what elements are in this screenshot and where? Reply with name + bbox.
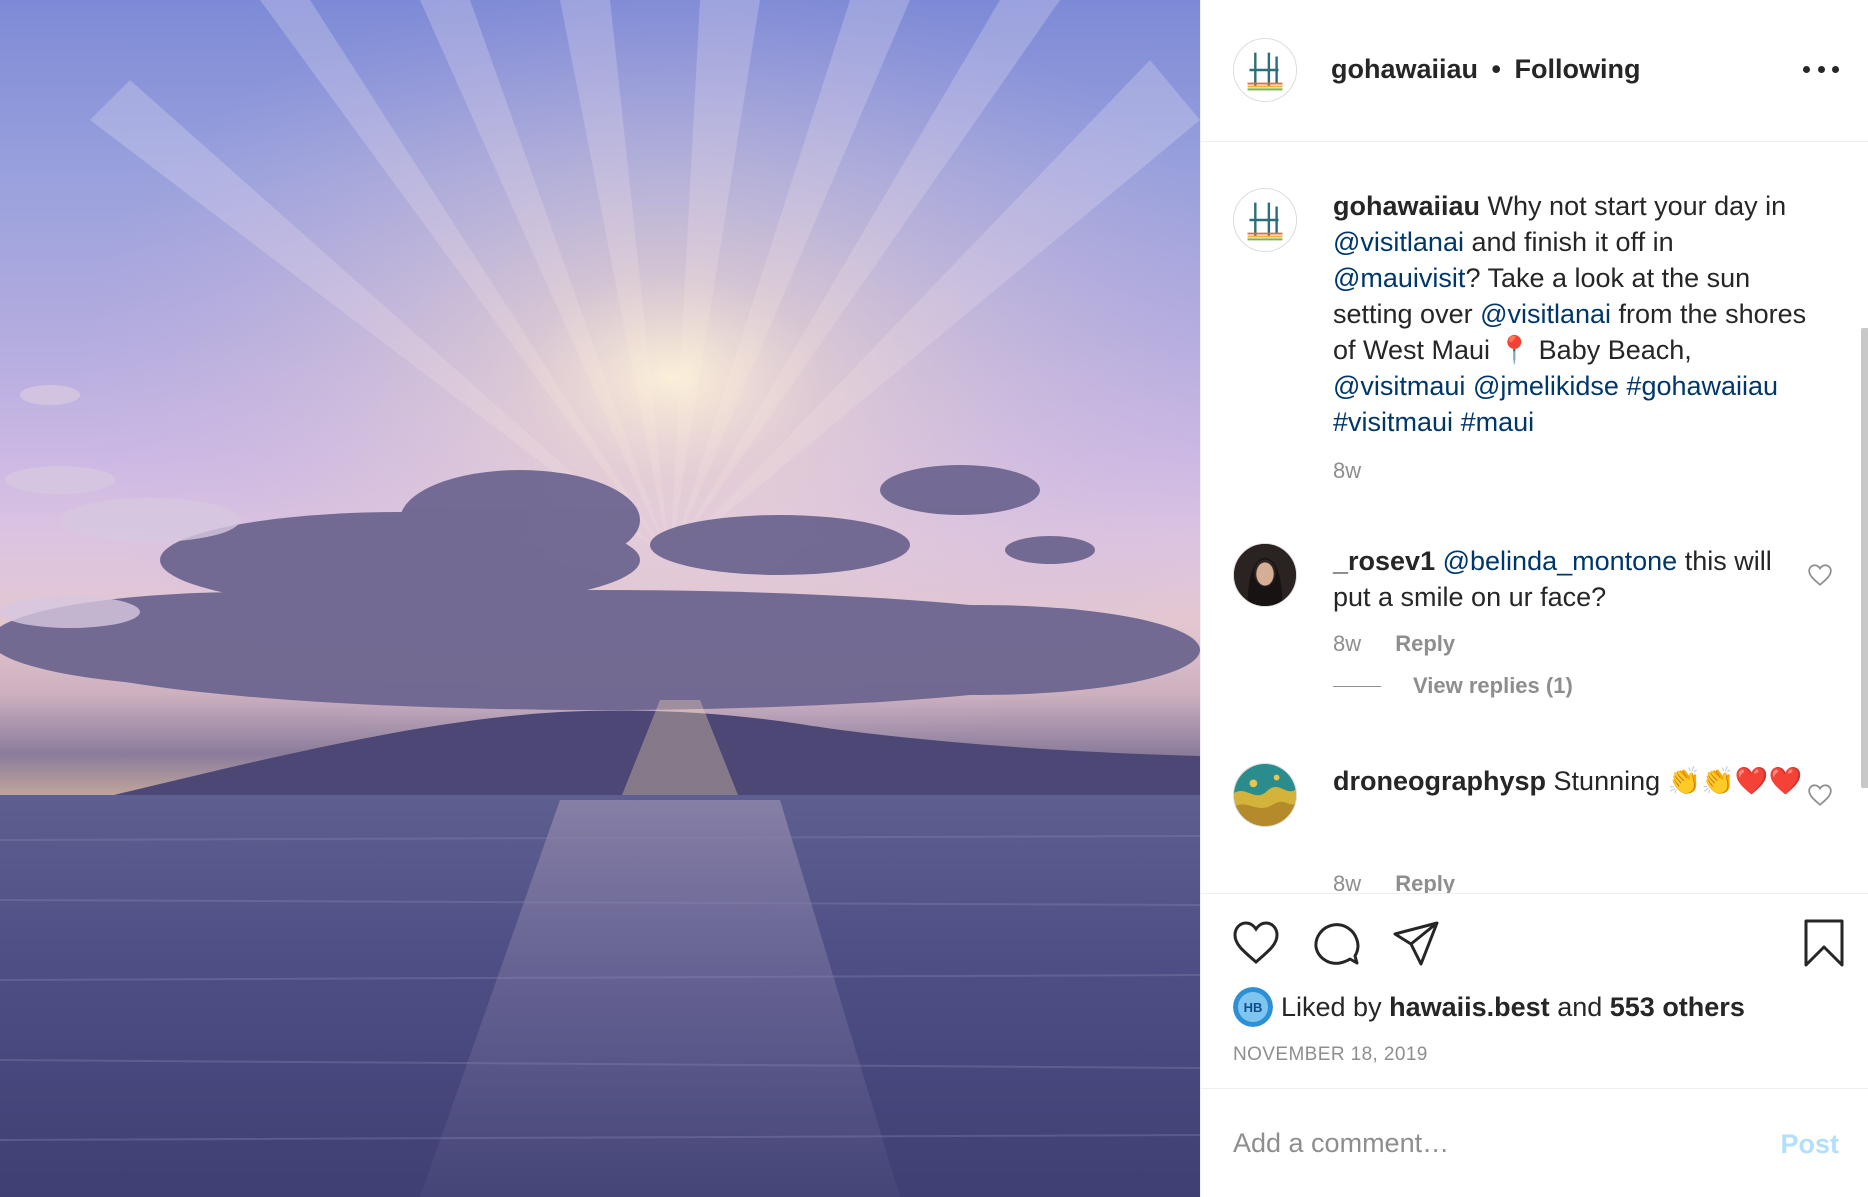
commenter-avatar[interactable]: [1233, 543, 1297, 607]
gohawaii-logo-icon: [1234, 189, 1296, 251]
likes-others-count[interactable]: 553 others: [1610, 992, 1745, 1023]
text-segment: [1465, 371, 1473, 401]
likes-prefix: Liked by: [1281, 991, 1382, 1022]
reply-button[interactable]: Reply: [1395, 631, 1455, 656]
likes-summary: HB Liked by hawaiis.best and 553 others: [1233, 987, 1745, 1027]
more-dot: [1803, 65, 1810, 73]
post-comment-button[interactable]: Post: [1780, 1129, 1839, 1160]
mention-link[interactable]: @visitlanai: [1333, 227, 1464, 257]
comment-age[interactable]: 8w: [1333, 871, 1361, 893]
header-username[interactable]: gohawaiiau: [1331, 54, 1478, 84]
comments-scrollbar[interactable]: [1861, 328, 1868, 788]
post-photo[interactable]: [0, 0, 1200, 1197]
heart-icon[interactable]: [1231, 918, 1281, 968]
paper-plane-icon[interactable]: [1391, 918, 1441, 968]
comments-list[interactable]: gohawaiiau Why not start your day in @vi…: [1201, 143, 1868, 893]
text-segment: Why not start your day in: [1487, 191, 1787, 221]
hb-badge-text: HB: [1244, 1000, 1263, 1015]
comment-like-heart-icon[interactable]: [1807, 563, 1833, 587]
liked-by-username[interactable]: hawaiis.best: [1389, 992, 1550, 1023]
comment-meta: 8w Reply: [1333, 871, 1455, 893]
comment-meta: 8w Reply: [1333, 631, 1455, 657]
caption-author-avatar[interactable]: [1233, 188, 1297, 252]
comment-body: Stunning 👏👏❤️❤️: [1554, 766, 1803, 796]
profile-photo-icon: [1234, 544, 1296, 606]
comment-icon[interactable]: [1311, 918, 1361, 968]
text-segment: [1453, 407, 1461, 437]
caption-text: gohawaiiau Why not start your day in @vi…: [1333, 188, 1813, 440]
mention-link[interactable]: #visitmaui: [1333, 407, 1453, 437]
mention-link[interactable]: @mauivisit: [1333, 263, 1465, 293]
comment-text: droneographysp Stunning 👏👏❤️❤️: [1333, 763, 1813, 799]
bookmark-icon[interactable]: [1799, 918, 1849, 968]
sunset-photo-graphic: [0, 0, 1200, 1197]
more-horizontal-icon[interactable]: [1803, 54, 1839, 84]
text-segment: Stunning 👏👏: [1553, 766, 1735, 796]
view-replies-label: View replies (1): [1413, 673, 1573, 698]
header-user-line: gohawaiiau • Following: [1331, 54, 1641, 85]
caption-username[interactable]: gohawaiiau: [1333, 191, 1480, 221]
add-comment-bar: Post: [1201, 1088, 1868, 1197]
comment-item: _rosev1 @belinda_montone this will put a…: [1233, 543, 1833, 713]
text-segment: and finish it off in: [1463, 227, 1674, 257]
more-dot: [1832, 65, 1839, 73]
mention-link[interactable]: @visitmaui: [1333, 371, 1465, 401]
commenter-avatar[interactable]: [1233, 763, 1297, 827]
reply-button[interactable]: Reply: [1395, 871, 1455, 893]
view-replies-button[interactable]: View replies (1): [1333, 673, 1573, 699]
comment-username[interactable]: _rosev1: [1333, 546, 1435, 576]
mention-link[interactable]: @jmelikidse: [1473, 371, 1619, 401]
caption-body: Why not start your day in @visitlanai an…: [1333, 191, 1806, 437]
comment-like-heart-icon[interactable]: [1807, 783, 1833, 807]
post-actions: HB Liked by hawaiis.best and 553 others …: [1201, 893, 1868, 1088]
post-date[interactable]: NOVEMBER 18, 2019: [1233, 1044, 1428, 1066]
author-avatar[interactable]: [1233, 38, 1297, 102]
mention-link[interactable]: #gohawaiiau: [1626, 371, 1778, 401]
mention-link[interactable]: @visitlanai: [1480, 299, 1611, 329]
mention-link[interactable]: #maui: [1461, 407, 1535, 437]
caption-entry: gohawaiiau Why not start your day in @vi…: [1233, 188, 1833, 483]
follow-status-button[interactable]: Following: [1515, 54, 1641, 84]
more-dot: [1817, 65, 1825, 73]
comment-age[interactable]: 8w: [1333, 631, 1361, 656]
mention-link[interactable]: @belinda_montone: [1443, 546, 1678, 576]
comment-item: droneographysp Stunning 👏👏❤️❤️ 8w Reply: [1233, 763, 1833, 893]
header-separator: •: [1491, 54, 1501, 84]
comment-username[interactable]: droneographysp: [1333, 766, 1546, 796]
text-segment: ❤️❤️: [1734, 766, 1803, 796]
likes-joiner: and: [1557, 991, 1603, 1022]
hb-badge-icon: HB: [1233, 987, 1273, 1027]
gohawaii-logo-icon: [1234, 39, 1296, 101]
caption-age: 8w: [1333, 458, 1361, 484]
comment-text: _rosev1 @belinda_montone this will put a…: [1333, 543, 1813, 615]
comment-input[interactable]: [1233, 1121, 1733, 1165]
profile-photo-icon: [1234, 764, 1296, 826]
view-replies-divider: [1333, 685, 1381, 687]
post-header: gohawaiiau • Following: [1201, 0, 1868, 142]
post-side-panel: gohawaiiau • Following gohawaiiau Why no…: [1200, 0, 1868, 1197]
caption-age-text[interactable]: 8w: [1333, 458, 1361, 483]
liker-avatar[interactable]: HB: [1233, 987, 1273, 1027]
